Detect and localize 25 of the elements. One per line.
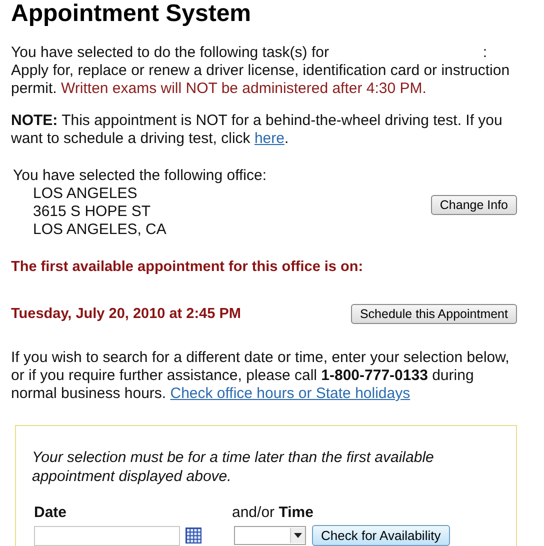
change-info-button[interactable]: Change Info xyxy=(430,195,517,215)
office-label: You have selected the following office: xyxy=(13,167,267,185)
here-link[interactable]: here xyxy=(254,130,284,147)
check-availability-button[interactable]: Check for Availability xyxy=(312,525,450,546)
first-available-heading: The first available appointment for this office is on: xyxy=(11,258,364,276)
time-dropdown[interactable] xyxy=(234,526,306,545)
date-field[interactable] xyxy=(34,526,180,546)
calendar-icon[interactable] xyxy=(185,527,202,544)
task-intro: You have selected to do the following task(s) for xyxy=(11,44,329,62)
selection-note: Your selection must be for a time later than the first available appointment displayed above. xyxy=(32,448,435,486)
office-address-line: LOS ANGELES xyxy=(33,185,138,203)
time-label: Time xyxy=(278,504,314,521)
office-hours-link[interactable]: Check office hours or State holidays xyxy=(170,385,410,402)
date-label: Date xyxy=(34,504,67,521)
and-or-text: and/or xyxy=(232,504,275,521)
appointment-date: Tuesday, July 20, 2010 at 2:45 PM xyxy=(11,305,241,323)
search-info-text: If you wish to search for a different date or time, enter your selection below, or if you require further assistance, please call 1-800-777-0133 during normal business hours. Check office hours or State holidays xyxy=(11,349,510,403)
office-address-line: 3615 S HOPE ST xyxy=(33,203,152,221)
page-title: Appointment System xyxy=(11,0,252,28)
colon-text: : xyxy=(482,44,487,62)
task-description: Apply for, replace or renew a driver license, identification card or instruction permit. Written exams will NOT be administered after 4:30 PM. xyxy=(11,62,511,98)
schedule-appointment-button[interactable]: Schedule this Appointment xyxy=(350,304,517,324)
note-text: NOTE: This appointment is NOT for a behind-the-wheel driving test. If you want to schedule a driving test, click here. xyxy=(11,112,504,148)
dropdown-arrow-icon xyxy=(294,533,302,538)
office-address-line: LOS ANGELES, CA xyxy=(33,221,168,239)
